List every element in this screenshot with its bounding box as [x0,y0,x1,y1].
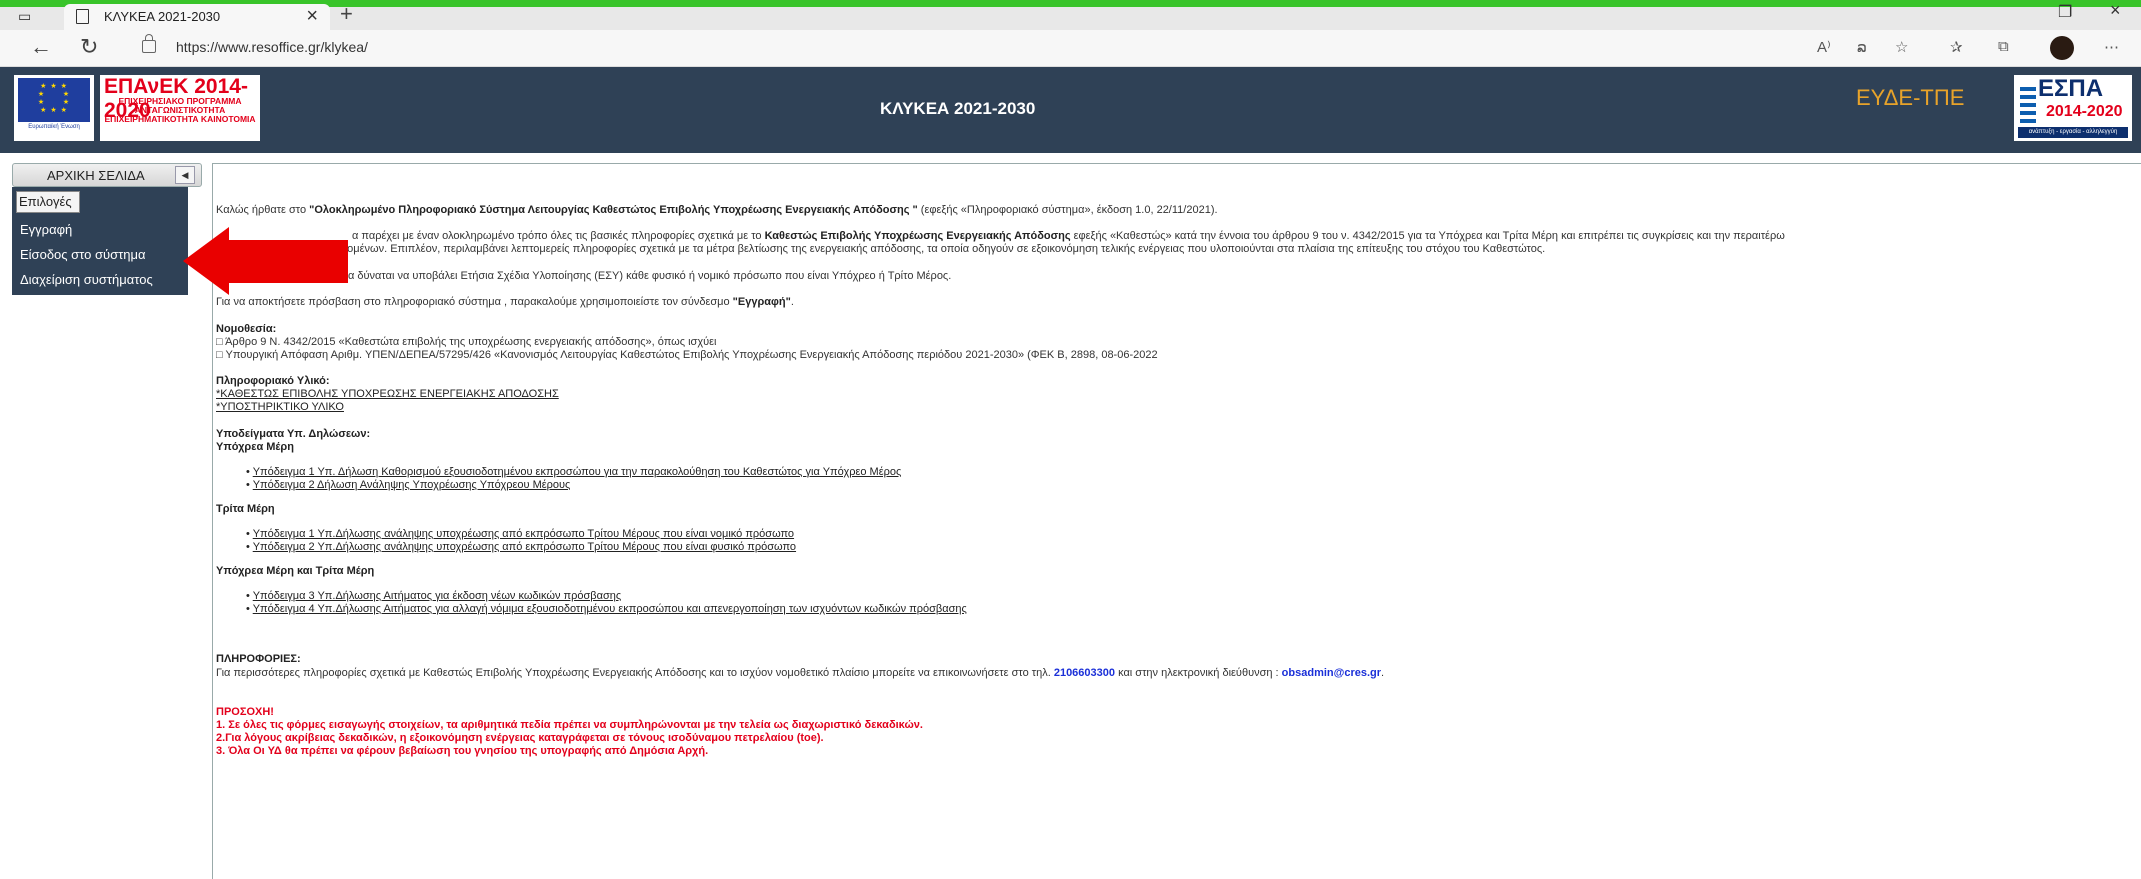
template-link[interactable]: Υπόδειγμα 4 Υπ.Δήλωσης Αιτήματος για αλλ… [253,603,967,615]
access-register-link: "Εγγραφή" [732,296,791,308]
access-pre: Για να αποκτήσετε πρόσβαση στο πληροφορι… [216,296,733,308]
list-item: • Υπόδειγμα 2 Δήλωση Ανάληψης Υποχρέωσης… [246,479,571,491]
translate-icon[interactable]: ລ [1857,38,1867,56]
address-bar[interactable]: https://www.resoffice.gr/klykea/ [176,39,368,55]
template-link[interactable]: Υπόδειγμα 2 Δήλωση Ανάληψης Υποχρέωσης Υ… [253,479,571,491]
red-arrow-body [228,240,348,283]
templates-heading: Υποδείγματα Υπ. Δηλώσεων: [216,428,371,440]
warning-item: 1. Σε όλες τις φόρμες εισαγωγής στοιχείω… [216,719,923,731]
welcome-paragraph: Καλώς ήρθατε στο "Ολοκληρωμένο Πληροφορι… [216,204,1218,216]
sidebar-item-options[interactable]: Επιλογές [16,191,80,213]
intro-a: α παρέχει με έναν ολοκληρωμένο τρόπο όλε… [352,230,765,242]
refresh-icon[interactable]: ↻ [80,34,98,60]
template-link[interactable]: Υπόδειγμα 1 Υπ.Δήλωσης ανάληψης υποχρέωσ… [253,528,794,540]
intro-b: εφεξής «Καθεστώς» κατά την έννοια του άρ… [1070,230,1785,242]
sidebar-item-register[interactable]: Εγγραφή [20,222,72,237]
eu-stars-icon: ★ ★ ★ ★ ★ ★ ★ ★ ★ ★ [37,83,71,114]
browser-tab-bar: ▭ ΚΛΥΚΕΑ 2021-2030 × + ❐ × [0,0,2141,30]
legislation-heading: Νομοθεσία: [216,323,277,335]
sidebar-item-login[interactable]: Είσοδος στο σύστημα [20,247,146,262]
list-item: • Υπόδειγμα 4 Υπ.Δήλωσης Αιτήματος για α… [246,603,967,615]
contact-email[interactable]: obsadmin@cres.gr [1282,667,1381,679]
welcome-system-name: "Ολοκληρωμένο Πληροφοριακό Σύστημα Λειτο… [309,204,918,216]
browser-nav-bar: ← ↻ https://www.resoffice.gr/klykea/ A⁾ … [0,30,2141,67]
sidebar-item-system-admin[interactable]: Διαχείριση συστήματος [20,272,153,287]
red-arrow-pointer-icon [183,227,229,295]
eu-logo: ★ ★ ★ ★ ★ ★ ★ ★ ★ ★ Ευρωπαϊκή Ένωση [14,75,94,141]
espa-years: 2014-2020 [2046,103,2123,120]
intro-scheme-name: Καθεστώς Επιβολής Υποχρέωσης Ενεργειακής… [764,230,1071,242]
eu-logo-text: Ευρωπαϊκή Ένωση [28,124,80,130]
new-tab-icon[interactable]: + [340,1,353,27]
epanek-subtitle: ΕΠΙΧΕΙΡΗΣΙΑΚΟ ΠΡΟΓΡΑΜΜΑ ΑΝΤΑΓΩΝΙΣΤΙΚΟΤΗΤ… [104,96,256,124]
greek-flag-icon [2020,87,2036,123]
close-window-icon[interactable]: × [2110,0,2121,21]
profile-avatar[interactable] [2050,36,2074,60]
epanek-logo: ΕΠΑνΕΚ 2014-2020 ΕΠΙΧΕΙΡΗΣΙΑΚΟ ΠΡΟΓΡΑΜΜΑ… [100,75,260,141]
page-icon [76,9,89,24]
espa-logo: ΕΣΠΑ 2014-2020 ανάπτυξη - εργασία - αλλη… [2014,75,2132,141]
legislation-item-1: □ Άρθρο 9 Ν. 4342/2015 «Καθεστώτα επιβολ… [216,336,717,348]
info-material-heading: Πληροφοριακό Υλικό: [216,375,330,387]
access-post: . [790,296,794,308]
collections-icon[interactable]: ⧉ [1998,38,2009,55]
contact-phone: 2106603300 [1053,667,1116,679]
read-aloud-icon[interactable]: A⁾ [1817,38,1831,56]
contact-paragraph: Για περισσότερες πληροφορίες σχετικά με … [216,667,1384,679]
site-header: ★ ★ ★ ★ ★ ★ ★ ★ ★ ★ Ευρωπαϊκή Ένωση ΕΠΑνΕΚ … [0,67,2141,153]
restore-window-icon[interactable]: ❐ [2058,2,2072,22]
sidebar-header-label: ΑΡΧΙΚΗ ΣΕΛΙΔΑ [47,168,145,183]
info-link-scheme[interactable]: *ΚΑΘΕΣΤΩΣ ΕΠΙΒΟΛΗΣ ΥΠΟΧΡΕΩΣΗΣ ΕΝΕΡΓΕΙΑΚΗ… [216,388,559,400]
welcome-post: (εφεξής «Πληροφοριακό σύστημα», έκδοση 1… [917,204,1218,216]
tab-actions-icon[interactable]: ▭ [18,8,31,25]
eyde-logo: ΕΥΔΕ-ΤΠΕ [1848,75,2008,141]
more-icon[interactable]: ⋯ [2104,38,2119,56]
list-item: • Υπόδειγμα 3 Υπ.Δήλωσης Αιτήματος για έ… [246,590,622,602]
eyde-logo-text: ΕΥΔΕ-ΤΠΕ [1856,85,1965,110]
welcome-pre: Καλώς ήρθατε στο [216,204,310,216]
collapse-sidebar-icon[interactable]: ◀ [175,166,195,184]
page-title: ΚΛΥΚΕΑ 2021-2030 [880,99,1036,118]
third-parties-heading: Τρίτα Μέρη [216,503,275,515]
obliged-parties-heading: Υπόχρεα Μέρη [216,441,294,453]
intro-line-2: δεδομένων. Επιπλέον, περιλαμβάνει λεπτομ… [330,243,1546,255]
add-favorite-icon[interactable]: ☆ [1895,38,1908,56]
warning-item: 2.Για λόγους ακρίβειας δεκαδικών, η εξοι… [216,732,824,744]
warning-item: 3. Όλα Οι ΥΔ θα πρέπει να φέρουν βεβαίωσ… [216,745,709,757]
eu-flag: ★ ★ ★ ★ ★ ★ ★ ★ ★ ★ [18,78,90,122]
contact-post: . [1381,667,1385,679]
espa-motto: ανάπτυξη - εργασία - αλληλεγγύη [2018,127,2128,138]
sidebar-item-options-label: Επιλογές [19,194,72,209]
close-tab-icon[interactable]: × [306,5,318,28]
legislation-item-2: □ Υπουργική Απόφαση Αριθμ. ΥΠΕΝ/ΔΕΠΕΑ/57… [216,349,1158,361]
contact-heading: ΠΛΗΡΟΦΟΡΙΕΣ: [216,653,301,665]
list-item: • Υπόδειγμα 2 Υπ.Δήλωσης ανάληψης υποχρέ… [246,541,797,553]
sidebar-header[interactable]: ΑΡΧΙΚΗ ΣΕΛΙΔΑ ◀ [12,163,202,187]
favorites-icon[interactable]: ✰ [1950,38,1963,56]
info-link-support[interactable]: *ΥΠΟΣΤΗΡΙΚΤΙΚΟ ΥΛΙΚΟ [216,401,344,413]
espa-title: ΕΣΠΑ [2038,75,2104,102]
lock-icon[interactable] [142,34,156,53]
contact-mid: και στην ηλεκτρονική διεύθυνση : [1115,667,1282,679]
template-link[interactable]: Υπόδειγμα 2 Υπ.Δήλωσης ανάληψης υποχρέωσ… [253,541,796,553]
tab-title: ΚΛΥΚΕΑ 2021-2030 [104,9,221,24]
template-link[interactable]: Υπόδειγμα 1 Υπ. Δήλωση Καθορισμού εξουσι… [253,466,902,478]
both-parties-heading: Υπόχρεα Μέρη και Τρίτα Μέρη [216,565,375,577]
list-item: • Υπόδειγμα 1 Υπ.Δήλωσης ανάληψης υποχρέ… [246,528,795,540]
template-link[interactable]: Υπόδειγμα 3 Υπ.Δήλωσης Αιτήματος για έκδ… [253,590,621,602]
access-paragraph: Για να αποκτήσετε πρόσβαση στο πληροφορι… [216,296,794,308]
sidebar-menu: Επιλογές Εγγραφή Είσοδος στο σύστημα Δια… [12,187,188,295]
contact-pre: Για περισσότερες πληροφορίες σχετικά με … [216,667,1054,679]
intro-line-1: α παρέχει με έναν ολοκληρωμένο τρόπο όλε… [352,230,1785,242]
back-icon[interactable]: ← [30,34,52,60]
warning-heading: ΠΡΟΣΟΧΗ! [216,706,274,718]
browser-tab[interactable]: ΚΛΥΚΕΑ 2021-2030 × [64,4,330,30]
list-item: • Υπόδειγμα 1 Υπ. Δήλωση Καθορισμού εξου… [246,466,902,478]
